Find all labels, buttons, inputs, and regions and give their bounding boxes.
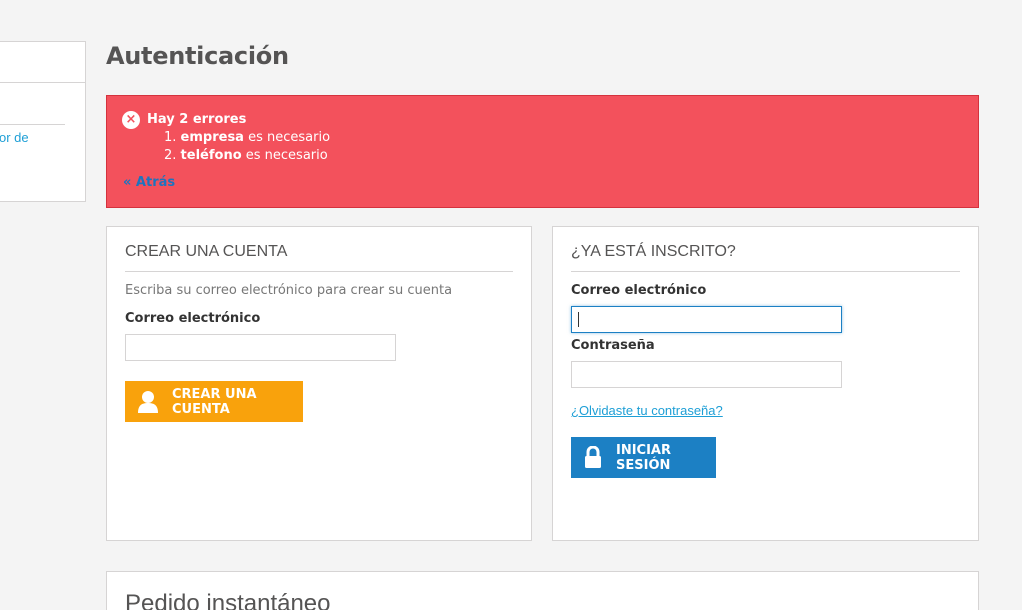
create-account-heading: CREAR UNA CUENTA (125, 243, 513, 272)
page-title: Autenticación (106, 42, 289, 70)
password-label: Contraseña (571, 338, 655, 353)
login-box: ¿YA ESTÁ INSCRITO? Correo electrónico Co… (552, 226, 979, 541)
login-button-label: INICIAR SESIÓN (616, 442, 672, 473)
create-account-hint: Escriba su correo electrónico para crear… (125, 283, 453, 298)
create-account-box: CREAR UNA CUENTA Escriba su correo elect… (106, 226, 532, 541)
create-account-button-label: CREAR UNA CUENTA (172, 386, 257, 417)
error-icon: × (122, 111, 140, 129)
login-email-field[interactable] (571, 306, 842, 333)
error-message: es necesario (245, 148, 328, 163)
error-number: 1. (164, 130, 177, 145)
error-title: Hay 2 errores (147, 112, 247, 127)
back-link[interactable]: « Atrás (123, 175, 175, 190)
create-account-button[interactable]: CREAR UNA CUENTA (125, 381, 303, 422)
lock-icon (583, 445, 603, 470)
error-item: 1. empresa es necesario (164, 129, 330, 147)
sidebar-block: or de (0, 41, 86, 202)
password-field[interactable] (571, 361, 842, 388)
user-icon (137, 390, 159, 414)
login-heading: ¿YA ESTÁ INSCRITO? (571, 243, 960, 272)
error-item: 2. teléfono es necesario (164, 147, 330, 165)
forgot-password-link[interactable]: ¿Olvidaste tu contraseña? (571, 403, 723, 418)
error-alert: × Hay 2 errores 1. empresa es necesario … (106, 95, 979, 208)
error-list: 1. empresa es necesario 2. teléfono es n… (164, 129, 330, 165)
login-email-label: Correo electrónico (571, 283, 707, 298)
login-button[interactable]: INICIAR SESIÓN (571, 437, 716, 478)
sidebar-link[interactable]: or de (0, 130, 29, 145)
sidebar-divider (0, 82, 85, 83)
error-number: 2. (164, 148, 177, 163)
quick-order-box: Pedido instantáneo (106, 571, 979, 610)
create-email-field[interactable] (125, 334, 396, 361)
error-message: es necesario (248, 130, 331, 145)
create-email-label: Correo electrónico (125, 311, 261, 326)
text-caret (578, 312, 579, 327)
error-field: teléfono (180, 148, 242, 163)
sidebar-inner-divider (0, 124, 65, 125)
quick-order-heading: Pedido instantáneo (125, 590, 331, 610)
error-field: empresa (180, 130, 244, 145)
